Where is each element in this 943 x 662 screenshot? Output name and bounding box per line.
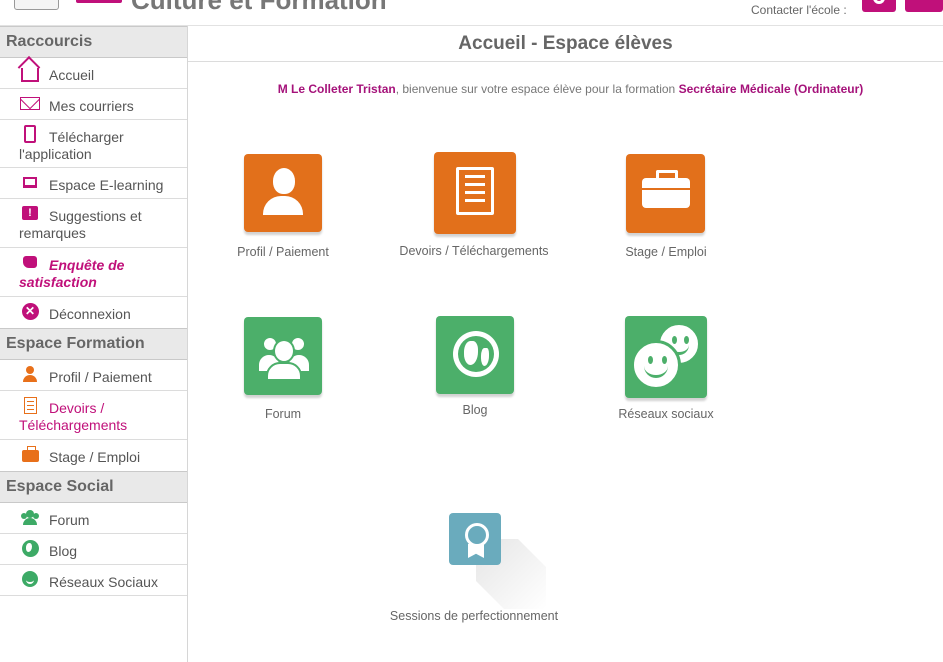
envelope-icon xyxy=(20,94,40,112)
sidebar-section-espace-social: Espace Social xyxy=(0,471,187,503)
sidebar-section-raccourcis: Raccourcis xyxy=(0,26,187,58)
tile-profil-paiement[interactable]: Profil / Paiement xyxy=(198,154,368,264)
tile-label: Profil / Paiement xyxy=(237,245,329,259)
sidebar-item-reseaux-sociaux[interactable]: Réseaux Sociaux xyxy=(0,565,187,596)
sidebar-item-deconnexion[interactable]: ✕ Déconnexion xyxy=(0,297,187,328)
main-content: Accueil - Espace élèves M Le Colleter Tr… xyxy=(188,26,943,662)
sidebar-item-suggestions[interactable]: ! Suggestions et remarques xyxy=(0,199,187,248)
briefcase-icon xyxy=(20,445,40,463)
tile-icon-box[interactable] xyxy=(436,316,514,394)
user-icon xyxy=(263,168,303,216)
contact-label: Contacter l'école : xyxy=(751,3,847,17)
sidebar-item-blog[interactable]: Blog xyxy=(0,534,187,565)
sidebar-section-espace-formation: Espace Formation xyxy=(0,328,187,360)
phone-icon xyxy=(873,0,885,4)
sidebar-item-stage-emploi[interactable]: Stage / Emploi xyxy=(0,440,187,471)
user-icon xyxy=(20,365,40,383)
document-list-icon xyxy=(20,396,40,414)
home-icon xyxy=(20,63,40,82)
site-title: Culture et Formation xyxy=(131,0,387,15)
briefcase-icon xyxy=(642,170,690,208)
tile-label: Sessions de perfectionnement xyxy=(389,609,559,623)
top-bar: Culture et Formation Contacter l'école : xyxy=(0,0,943,26)
tile-label: Réseaux sociaux xyxy=(618,407,714,421)
tile-label: Stage / Emploi xyxy=(625,245,707,259)
menu-button[interactable] xyxy=(14,0,59,10)
sidebar-item-telecharger-application[interactable]: Télécharger l'application xyxy=(0,120,187,168)
sidebar-item-profil-paiement[interactable]: Profil / Paiement xyxy=(0,360,187,391)
sidebar-item-accueil[interactable]: Accueil xyxy=(0,58,187,89)
page-title: Accueil - Espace élèves xyxy=(188,26,943,62)
tile-label: Forum xyxy=(264,407,302,421)
tile-forum[interactable]: Forum xyxy=(198,317,368,427)
sidebar: Raccourcis Accueil Mes courriers Télécha… xyxy=(0,26,188,662)
welcome-text: , bienvenue sur votre espace élève pour … xyxy=(395,82,679,96)
comment-exclamation-icon: ! xyxy=(20,204,40,222)
student-name: M Le Colleter Tristan xyxy=(277,82,396,96)
users-icon xyxy=(257,331,311,381)
tile-icon-box[interactable] xyxy=(434,152,516,234)
thumbs-up-icon xyxy=(20,253,40,271)
award-ribbon-icon xyxy=(465,523,489,559)
sidebar-item-espace-elearning[interactable]: Espace E-learning xyxy=(0,168,187,199)
course-name: Secrétaire Médicale (Ordinateur) xyxy=(678,82,864,96)
mobile-phone-icon xyxy=(20,125,40,143)
close-circle-icon: ✕ xyxy=(20,302,40,320)
sidebar-item-mes-courriers[interactable]: Mes courriers xyxy=(0,89,187,120)
tile-stage-emploi[interactable]: Stage / Emploi xyxy=(581,154,751,264)
sidebar-item-label: Espace E-learning xyxy=(49,177,164,193)
tile-icon-box[interactable] xyxy=(626,154,705,233)
document-list-icon xyxy=(456,167,494,215)
welcome-message: M Le Colleter Tristan, bienvenue sur vot… xyxy=(188,82,943,96)
tile-reseaux-sociaux[interactable]: Réseaux sociaux xyxy=(581,316,751,426)
sidebar-item-enquete-satisfaction[interactable]: Enquête de satisfaction xyxy=(0,248,187,297)
tile-blog[interactable]: Blog xyxy=(390,316,560,426)
phone-button[interactable] xyxy=(862,0,896,12)
users-icon xyxy=(20,508,40,526)
monitor-icon xyxy=(20,173,40,191)
tile-icon-box[interactable] xyxy=(625,316,707,398)
tile-icon-box[interactable] xyxy=(244,154,322,232)
tile-devoirs-telechargements[interactable]: Devoirs / Téléchargements xyxy=(389,152,559,262)
tile-label: Devoirs / Téléchargements xyxy=(399,244,549,258)
tile-icon-box[interactable] xyxy=(244,317,322,395)
sidebar-item-forum[interactable]: Forum xyxy=(0,503,187,534)
email-button[interactable] xyxy=(905,0,943,12)
sidebar-item-devoirs-telechargements[interactable]: Devoirs / Téléchargements xyxy=(0,391,187,440)
tile-sessions-perfectionnement[interactable]: Sessions de perfectionnement xyxy=(389,513,559,643)
globe-icon xyxy=(453,331,499,377)
globe-icon xyxy=(20,539,40,557)
logo[interactable] xyxy=(76,0,122,3)
tile-label: Blog xyxy=(462,403,488,417)
tile-icon-box[interactable] xyxy=(449,513,501,565)
smiley-icon xyxy=(20,570,40,588)
